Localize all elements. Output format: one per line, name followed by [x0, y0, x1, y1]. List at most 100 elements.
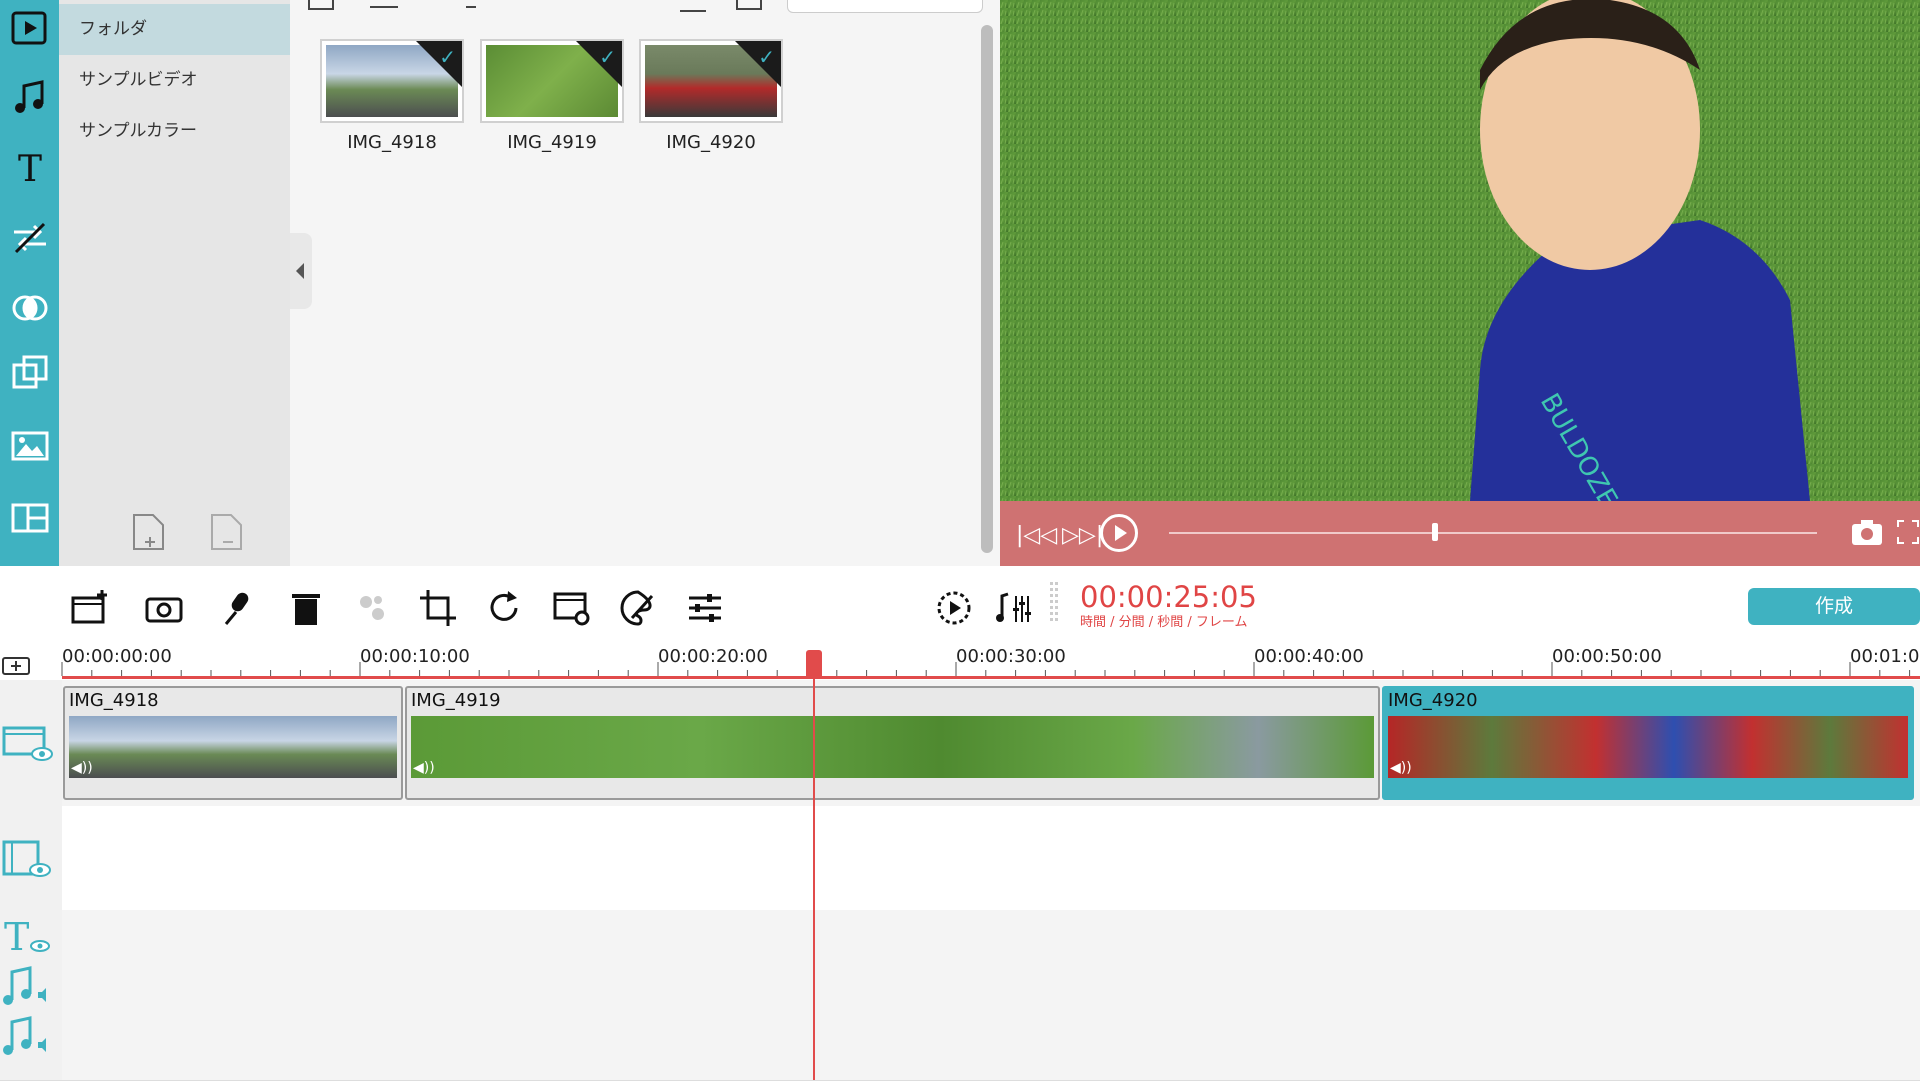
timecode-units: 時間 / 分間 / 秒間 / フレーム: [1080, 615, 1248, 630]
fullscreen-icon[interactable]: [1896, 517, 1920, 547]
rotate-icon[interactable]: [484, 588, 524, 628]
overlay-track[interactable]: [62, 806, 1920, 911]
title-track[interactable]: [62, 910, 1920, 961]
library-scrollbar[interactable]: [981, 25, 993, 553]
checkmark-icon: ✓: [599, 45, 616, 69]
overlay-track-eye-icon[interactable]: [0, 806, 60, 910]
ruler-tick-label: 00:00:00:00: [62, 646, 172, 667]
skip-forward-icon[interactable]: ▷▷|: [1062, 523, 1103, 548]
remove-folder-icon[interactable]: [209, 512, 245, 552]
add-track-icon[interactable]: [0, 652, 34, 678]
music-track-2-speaker-icon[interactable]: [0, 1010, 60, 1060]
timeline-clip-selected[interactable]: IMG_4920 ◀)): [1382, 686, 1914, 800]
progress-track[interactable]: [1169, 532, 1817, 534]
music-track-1-speaker-icon[interactable]: [0, 960, 60, 1010]
collapse-panel-button[interactable]: [290, 233, 312, 309]
add-clip-icon[interactable]: [70, 588, 110, 628]
split-screen-icon[interactable]: [0, 490, 59, 546]
clip-name: IMG_4918: [69, 690, 159, 711]
clip-name: IMG_4920: [1388, 690, 1478, 711]
list-view-icon[interactable]: [680, 0, 706, 12]
snapshot-camera-icon[interactable]: [1850, 517, 1884, 547]
video-track-header[interactable]: [0, 680, 62, 807]
sort-icon[interactable]: [370, 0, 398, 8]
play-button[interactable]: [1100, 514, 1138, 552]
playhead-line[interactable]: [813, 650, 815, 1080]
library-thumb[interactable]: ✓: [480, 39, 624, 123]
overlay-icon[interactable]: [0, 345, 59, 401]
preview-frame-image: BULDOZER: [1000, 0, 1920, 501]
ruler-tick-label: 00:01:0: [1850, 646, 1920, 667]
checkmark-icon: ✓: [758, 45, 775, 69]
timeline-clip[interactable]: IMG_4919 ◀)): [405, 686, 1380, 800]
ruler-baseline: [62, 676, 1920, 679]
ruler-tick-label: 00:00:30:00: [956, 646, 1066, 667]
separator-grip: [1050, 582, 1058, 624]
record-icon[interactable]: [144, 588, 184, 628]
adjust-icon[interactable]: [685, 588, 725, 628]
import-icon[interactable]: [308, 0, 334, 10]
grid-view-icon[interactable]: [736, 0, 762, 10]
sidebar-rail: T: [0, 0, 59, 566]
transition-icon[interactable]: [0, 210, 59, 266]
svg-text:T: T: [4, 915, 29, 959]
add-folder-icon[interactable]: [131, 512, 167, 552]
music-track-1[interactable]: [62, 960, 1920, 1011]
audio-icon[interactable]: [0, 70, 59, 126]
music-track-1-header[interactable]: [0, 960, 62, 1011]
create-button[interactable]: 作成: [1748, 588, 1920, 625]
skip-back-icon[interactable]: |◁◁: [1016, 523, 1057, 548]
filter-icon[interactable]: [0, 280, 59, 336]
timecode-display: 00:00:25:05: [1080, 580, 1257, 614]
title-icon[interactable]: T: [0, 140, 59, 196]
delete-icon[interactable]: [286, 588, 326, 628]
element-icon[interactable]: [0, 418, 59, 474]
thumb-label: IMG_4918: [347, 132, 437, 153]
library-thumb[interactable]: ✓: [639, 39, 783, 123]
thumb-label: IMG_4919: [507, 132, 597, 153]
ruler-tick-label: 00:00:50:00: [1552, 646, 1662, 667]
clip-filmstrip: [69, 716, 397, 778]
crop-icon[interactable]: [418, 588, 458, 628]
thumb-label: IMG_4920: [666, 132, 756, 153]
preview-video: BULDOZER: [1000, 0, 1920, 501]
color-tuning-icon[interactable]: [618, 588, 658, 628]
play-icon: [1115, 525, 1127, 541]
music-track-2-header[interactable]: [0, 1010, 62, 1081]
speed-icon[interactable]: [934, 588, 974, 628]
timeline-clip[interactable]: IMG_4918 ◀)): [63, 686, 403, 800]
clip-settings-icon[interactable]: [552, 588, 592, 628]
clip-volume-icon[interactable]: ◀)): [1390, 760, 1412, 776]
ruler-tick-label: 00:00:10:00: [360, 646, 470, 667]
folder-panel: フォルダ サンプルビデオ サンプルカラー: [59, 0, 290, 566]
clip-volume-icon[interactable]: ◀)): [71, 760, 93, 776]
playhead-handle[interactable]: [806, 650, 822, 676]
library-thumb[interactable]: ✓: [320, 39, 464, 123]
clip-volume-icon[interactable]: ◀)): [413, 760, 435, 776]
audio-mixer-icon[interactable]: [994, 588, 1034, 628]
folder-item-folder[interactable]: フォルダ: [59, 4, 290, 55]
music-track-2[interactable]: [62, 1010, 1920, 1081]
title-track-header[interactable]: T: [0, 910, 62, 961]
search-input[interactable]: [787, 0, 983, 13]
clip-filmstrip: [411, 716, 1374, 778]
title-track-eye-icon[interactable]: T: [0, 910, 60, 960]
svg-text:T: T: [17, 149, 41, 188]
ai-cutout-icon[interactable]: [352, 588, 392, 628]
preview-controls: |◁◁ ▷▷|: [1000, 501, 1920, 566]
filter-dropdown-icon[interactable]: [466, 0, 476, 8]
ruler-tick-label: 00:00:40:00: [1254, 646, 1364, 667]
progress-handle[interactable]: [1431, 523, 1438, 541]
ruler-tick-label: 00:00:20:00: [658, 646, 768, 667]
timeline-toolbar: [0, 566, 1920, 650]
clip-filmstrip: [1388, 716, 1908, 778]
folder-item-sample-video[interactable]: サンプルビデオ: [59, 55, 290, 106]
video-track-eye-icon[interactable]: [0, 680, 60, 806]
voiceover-icon[interactable]: [216, 588, 256, 628]
overlay-track-header[interactable]: [0, 806, 62, 911]
clip-name: IMG_4919: [411, 690, 501, 711]
media-icon[interactable]: [0, 0, 59, 56]
media-library: ✓ IMG_4918 ✓ IMG_4919 ✓ IMG_4920: [290, 0, 1000, 566]
folder-item-sample-color[interactable]: サンプルカラー: [59, 106, 290, 157]
checkmark-icon: ✓: [439, 45, 456, 69]
